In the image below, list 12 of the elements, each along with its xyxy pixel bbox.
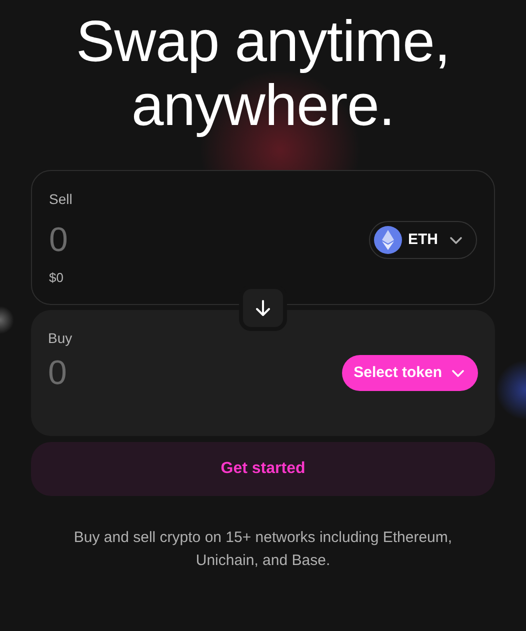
- buy-label: Buy: [48, 329, 72, 348]
- get-started-button[interactable]: Get started: [31, 442, 495, 496]
- buy-amount-field[interactable]: 0: [48, 353, 248, 393]
- sell-label: Sell: [49, 190, 72, 209]
- description-text: Buy and sell crypto on 15+ networks including Ethereum, Unichain, and Base.: [72, 528, 454, 571]
- headline: Swap anytime, anywhere.: [76, 10, 450, 138]
- select-token-button[interactable]: Select token: [342, 355, 478, 391]
- ethereum-icon: [374, 226, 402, 254]
- usd-value: $0: [49, 269, 64, 287]
- token-selector-button[interactable]: ETH: [369, 221, 477, 259]
- arrow-down-icon: [254, 299, 272, 317]
- sell-amount-field[interactable]: 0: [49, 220, 249, 260]
